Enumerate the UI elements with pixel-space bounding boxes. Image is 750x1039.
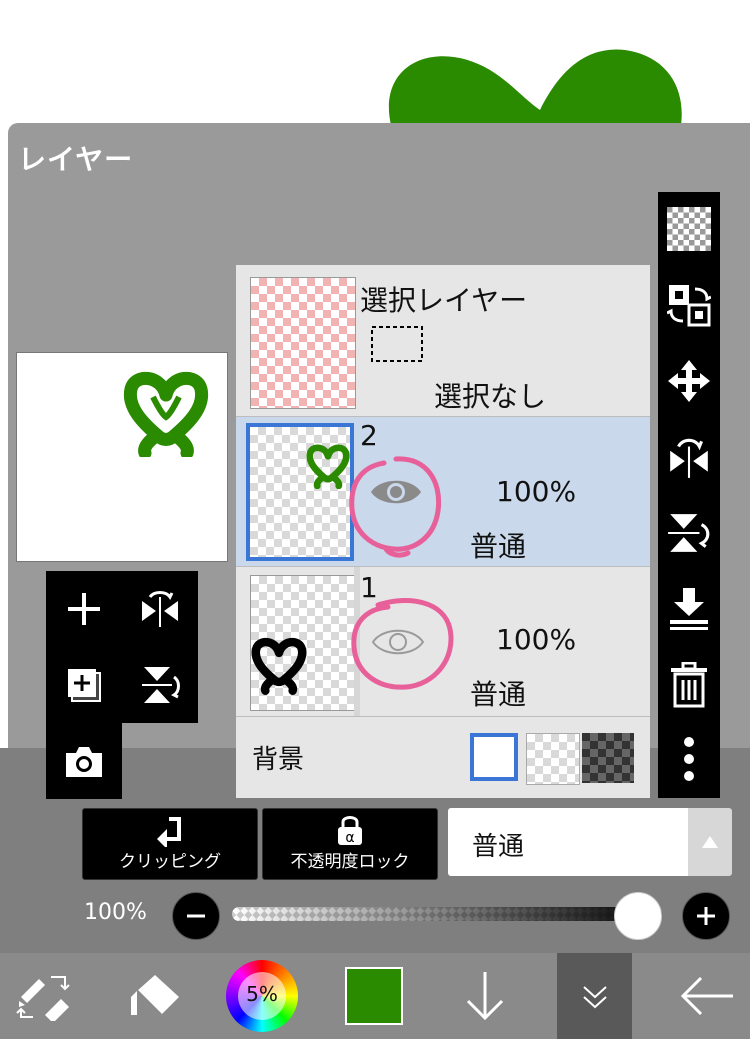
background-white-option[interactable] xyxy=(470,733,518,781)
opacity-decrease-button[interactable] xyxy=(172,892,220,940)
more-vertical-icon xyxy=(684,737,694,781)
brush-size-value: 5% xyxy=(246,982,278,1006)
blend-mode-dropdown-button[interactable] xyxy=(688,808,732,876)
layer-2-opacity: 100% xyxy=(496,475,577,508)
layer-row-2[interactable]: 2 100% 普通 xyxy=(236,417,650,567)
selection-transform-button[interactable] xyxy=(658,274,720,336)
merge-down-icon xyxy=(670,588,708,630)
panel-title: レイヤー xyxy=(18,143,134,176)
arrow-left-icon xyxy=(680,976,733,1016)
duplicate-layer-button[interactable] xyxy=(46,647,122,723)
flip-layer-vertical-button[interactable] xyxy=(122,647,198,723)
camera-layer-button[interactable] xyxy=(46,723,122,799)
lock-icon: α xyxy=(338,816,362,846)
blend-mode-value: 普通 xyxy=(472,832,525,862)
preview-heart xyxy=(123,372,209,457)
clipping-label: クリッピング xyxy=(119,852,221,872)
layer-2-visibility-toggle[interactable] xyxy=(364,469,428,515)
selection-transform-icon xyxy=(667,285,711,327)
alpha-lock-label: 不透明度ロック xyxy=(290,852,410,872)
move-layer-button[interactable] xyxy=(658,350,720,412)
checker-icon xyxy=(667,207,711,251)
current-color-swatch xyxy=(345,967,403,1025)
flip-layer-horizontal-button[interactable] xyxy=(122,571,198,647)
merge-down-button[interactable] xyxy=(658,578,720,640)
trash-icon xyxy=(671,662,707,708)
background-label: 背景 xyxy=(252,745,305,775)
selection-marquee-icon xyxy=(371,326,423,362)
opacity-slider-knob[interactable] xyxy=(614,892,662,940)
layer-2-heart xyxy=(306,444,350,489)
svg-text:α: α xyxy=(345,830,354,846)
camera-icon xyxy=(66,747,102,777)
selection-status: 選択なし xyxy=(434,380,547,413)
flip-vertical-icon xyxy=(668,514,710,552)
clipping-arrow-icon xyxy=(157,817,181,847)
flip-horizontal-button[interactable] xyxy=(658,426,720,488)
tool-switch-button[interactable] xyxy=(0,953,90,1039)
transparency-button[interactable] xyxy=(658,198,720,260)
opacity-value-label: 100% xyxy=(84,900,147,925)
brush-eraser-swap-icon xyxy=(16,976,70,1021)
layer-2-thumbnail xyxy=(246,423,354,561)
layer-row-1[interactable]: 1 100% 普通 xyxy=(236,567,650,717)
alpha-lock-button[interactable]: α 不透明度ロック xyxy=(262,808,438,880)
duplicate-layer-icon xyxy=(68,669,101,702)
plus-icon xyxy=(68,593,100,625)
selection-layer-name: 選択レイヤー xyxy=(360,284,528,317)
selection-layer-thumbnail xyxy=(250,277,356,409)
background-row: 背景 xyxy=(236,717,650,798)
eye-icon xyxy=(371,629,425,655)
add-layer-button[interactable] xyxy=(46,571,122,647)
collapse-panel-button[interactable] xyxy=(557,953,632,1039)
layer-2-blend-mode: 普通 xyxy=(470,530,527,563)
layer-2-number: 2 xyxy=(360,419,378,452)
background-dark-option[interactable] xyxy=(582,733,634,783)
layer-1-heart xyxy=(251,637,307,695)
plus-icon xyxy=(697,907,715,925)
arrow-down-icon xyxy=(466,972,504,1021)
background-transparent-option[interactable] xyxy=(526,733,580,785)
minus-icon xyxy=(187,914,205,918)
shape-tool-button[interactable] xyxy=(112,953,196,1039)
layer-list: 選択レイヤー 選択なし 2 100% 普通 1 100% 普通 背景 xyxy=(236,265,650,798)
current-color-button[interactable] xyxy=(330,953,418,1039)
layer-1-visibility-toggle[interactable] xyxy=(366,619,430,665)
layer-down-button[interactable] xyxy=(446,953,524,1039)
triangle-up-icon xyxy=(702,836,718,848)
flip-vertical-icon xyxy=(142,667,180,703)
selection-layer-row[interactable]: 選択レイヤー 選択なし xyxy=(236,265,650,417)
clipping-button[interactable]: クリッピング xyxy=(82,808,258,880)
layer-actions-toolbar xyxy=(658,192,720,798)
canvas-preview[interactable] xyxy=(16,352,228,562)
color-wheel-icon: 5% xyxy=(226,960,298,1032)
layer-1-blend-mode: 普通 xyxy=(470,678,527,711)
delete-layer-button[interactable] xyxy=(658,654,720,716)
layer-1-thumbnail xyxy=(250,575,356,711)
eye-icon xyxy=(371,480,421,504)
brush-size-button[interactable]: 5% xyxy=(224,953,300,1039)
back-button[interactable] xyxy=(664,953,750,1039)
flip-horizontal-icon xyxy=(670,438,708,478)
blend-mode-select[interactable]: 普通 xyxy=(448,808,688,876)
flip-vertical-button[interactable] xyxy=(658,502,720,564)
flip-horizontal-icon xyxy=(142,591,178,627)
move-icon xyxy=(668,360,710,402)
chevrons-down-icon xyxy=(582,986,607,1009)
opacity-slider-track[interactable] xyxy=(232,907,662,921)
opacity-increase-button[interactable] xyxy=(682,892,730,940)
layer-1-opacity: 100% xyxy=(496,623,577,656)
more-options-button[interactable] xyxy=(658,728,720,790)
eraser-icon xyxy=(131,975,179,1017)
